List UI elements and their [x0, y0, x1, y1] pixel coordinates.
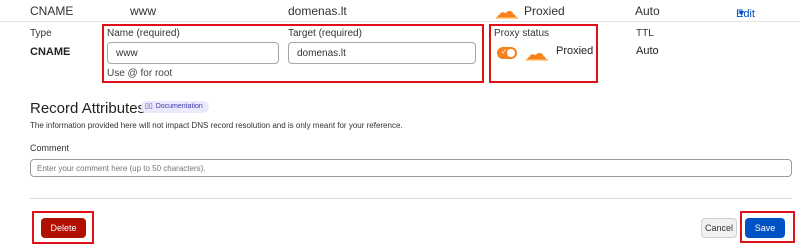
ttl-value: Auto	[636, 45, 659, 57]
summary-type: CNAME	[30, 4, 74, 18]
summary-content: domenas.lt	[288, 4, 347, 18]
highlight-delete	[32, 211, 94, 244]
type-label: Type	[30, 28, 52, 39]
type-value: CNAME	[30, 46, 71, 58]
dns-record-summary-row: CNAME www domenas.lt Proxied Auto Edit ▼	[0, 0, 800, 22]
summary-proxy-status: Proxied	[524, 4, 565, 18]
documentation-label: Documentation	[155, 103, 203, 110]
comment-input[interactable]	[30, 159, 792, 177]
divider	[30, 198, 792, 199]
caret-down-icon: ▼	[737, 8, 746, 18]
summary-name: www	[130, 4, 156, 18]
record-attributes-title: Record Attributes	[30, 100, 146, 117]
documentation-link[interactable]: ▯▯ Documentation	[141, 101, 209, 113]
ttl-label: TTL	[636, 28, 654, 39]
record-attributes-description: The information provided here will not i…	[30, 121, 403, 130]
highlight-save	[740, 211, 795, 243]
highlight-proxy-status	[489, 24, 598, 83]
comment-label: Comment	[30, 143, 70, 153]
highlight-name-target	[102, 24, 484, 83]
cancel-button[interactable]: Cancel	[701, 218, 737, 238]
book-icon: ▯▯	[145, 103, 153, 110]
summary-ttl: Auto	[635, 4, 660, 18]
